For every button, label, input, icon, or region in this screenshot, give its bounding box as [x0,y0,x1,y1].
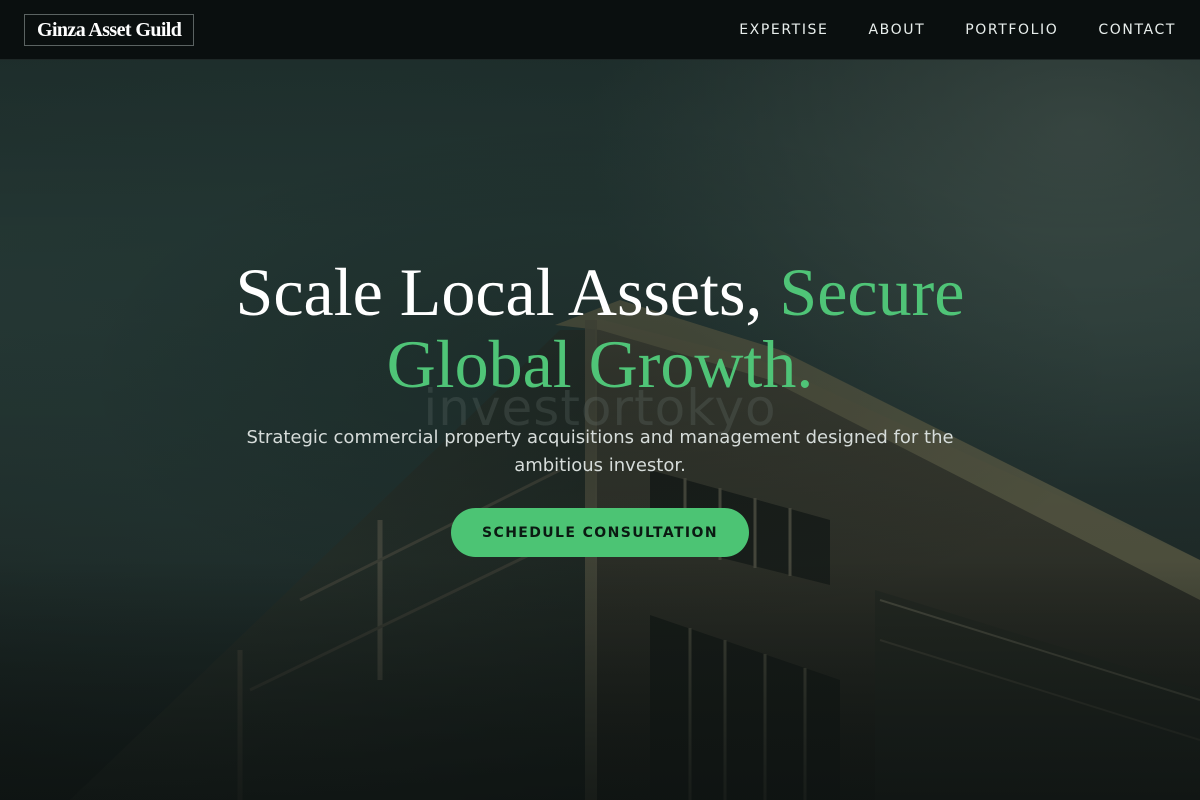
hero-subtitle: Strategic commercial property acquisitio… [246,427,954,476]
headline-main: Scale Local Assets, [235,254,780,330]
hero-headline: Scale Local Assets, Secure Global Growth… [150,256,1050,400]
hero-section: investortokyo Scale Local Assets, Secure… [0,0,1200,800]
schedule-consultation-button[interactable]: SCHEDULE CONSULTATION [451,508,749,557]
